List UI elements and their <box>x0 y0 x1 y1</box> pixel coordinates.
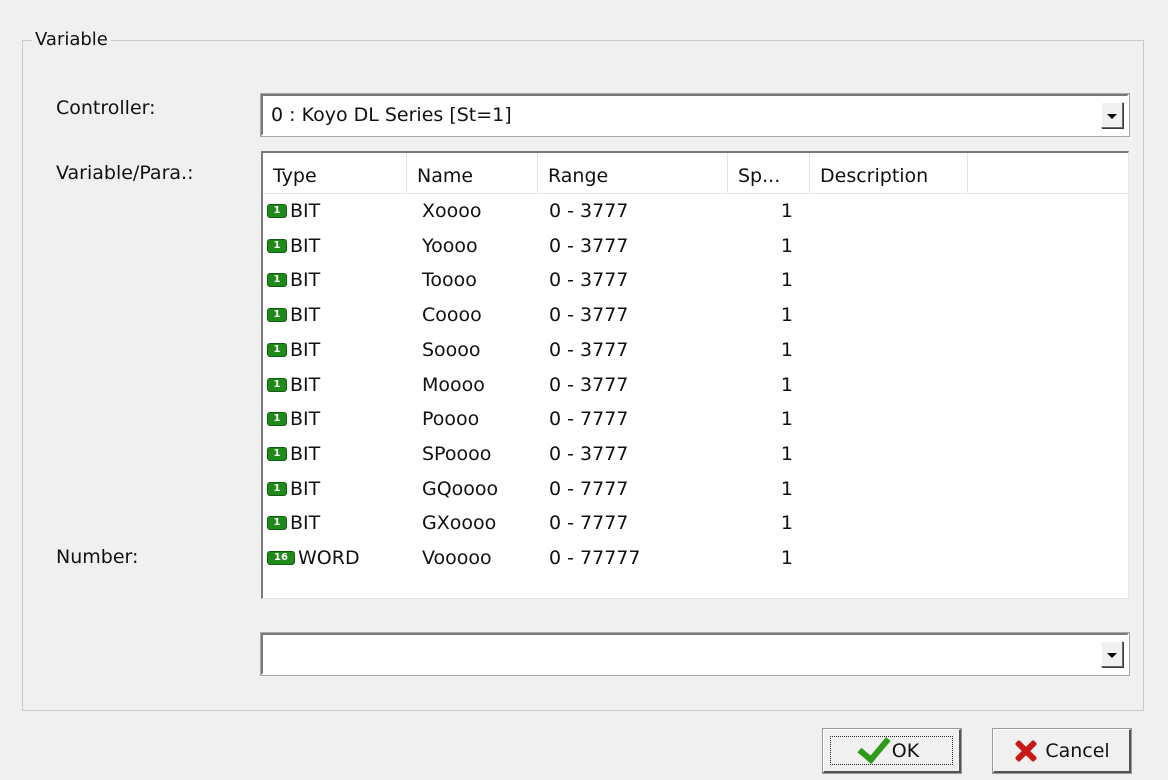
range-cell: 0 - 77777 <box>549 547 641 569</box>
bit-type-icon: 1 <box>267 308 287 323</box>
column-header-sp[interactable]: Sp... <box>728 153 810 193</box>
list-item[interactable]: 1 BIT Toooo 0 - 3777 1 <box>263 263 1128 297</box>
type-label: BIT <box>290 512 321 535</box>
type-label: BIT <box>290 338 321 361</box>
number-label: Number: <box>56 546 139 568</box>
range-cell: 0 - 3777 <box>549 234 629 257</box>
type-label: BIT <box>290 269 321 292</box>
controller-select-value: 0 : Koyo DL Series [St=1] <box>271 104 512 126</box>
range-cell: 0 - 7777 <box>549 477 629 500</box>
controller-select[interactable]: 0 : Koyo DL Series [St=1] <box>260 93 1130 137</box>
cancel-button[interactable]: Cancel <box>992 728 1132 774</box>
chevron-down-icon[interactable] <box>1101 102 1123 128</box>
sp-cell: 1 <box>780 512 793 535</box>
column-header-description[interactable]: Description <box>810 153 968 193</box>
range-cell: 0 - 3777 <box>549 200 629 222</box>
cancel-button-label: Cancel <box>1045 739 1110 762</box>
list-item[interactable]: 1 BIT GQoooo 0 - 7777 1 <box>263 472 1128 506</box>
type-label: BIT <box>290 304 321 327</box>
column-header-type[interactable]: Type <box>263 153 407 193</box>
name-cell: Poooo <box>422 408 480 431</box>
type-label: BIT <box>290 408 321 431</box>
controller-label: Controller: <box>56 97 156 119</box>
bit-type-icon: 1 <box>267 342 287 357</box>
type-cell: 1 BIT <box>267 229 320 263</box>
sp-cell: 1 <box>780 338 793 361</box>
type-cell: 1 BIT <box>267 506 320 540</box>
variable-list[interactable]: Type Name Range Sp... Description 1 BIT Xo… <box>261 151 1129 599</box>
type-cell: 1 BIT <box>267 298 320 332</box>
type-cell: 1 BIT <box>267 472 320 506</box>
variable-para-label: Variable/Para.: <box>56 162 194 184</box>
list-item[interactable]: 1 BIT Coooo 0 - 3777 1 <box>263 298 1128 332</box>
chevron-down-icon[interactable] <box>1101 641 1123 667</box>
name-cell: SPoooo <box>422 442 492 465</box>
bit-type-icon: 1 <box>267 204 287 218</box>
type-label: BIT <box>290 373 321 396</box>
name-cell: Coooo <box>422 304 482 327</box>
list-item[interactable]: 1 BIT GXoooo 0 - 7777 1 <box>263 506 1128 540</box>
sp-cell: 1 <box>780 269 793 292</box>
ok-button[interactable]: OK <box>822 728 962 774</box>
bit-type-icon: 1 <box>267 238 287 253</box>
type-cell: 1 BIT <box>267 402 320 436</box>
name-cell: GQoooo <box>422 477 499 500</box>
list-item[interactable]: 1 BIT Soooo 0 - 3777 1 <box>263 333 1128 367</box>
bit-type-icon: 1 <box>267 446 287 461</box>
sp-cell: 1 <box>780 442 793 465</box>
range-cell: 0 - 3777 <box>549 338 629 361</box>
type-cell: 1 BIT <box>267 333 320 367</box>
list-item[interactable]: 1 BIT Xoooo 0 - 3777 1 <box>263 194 1128 228</box>
type-label: BIT <box>290 442 321 465</box>
column-header-range[interactable]: Range <box>538 153 728 193</box>
list-item[interactable]: 1 BIT Yoooo 0 - 3777 1 <box>263 229 1128 263</box>
bit-type-icon: 1 <box>267 273 287 288</box>
list-item[interactable]: 1 BIT Moooo 0 - 3777 1 <box>263 368 1128 402</box>
range-cell: 0 - 3777 <box>549 304 629 327</box>
name-cell: Soooo <box>422 338 481 361</box>
type-cell: 1 BIT <box>267 368 320 402</box>
type-cell: 16 WORD <box>267 541 360 575</box>
name-cell: Moooo <box>422 373 485 396</box>
variable-group-title: Variable <box>32 29 111 51</box>
number-select[interactable] <box>260 632 1130 676</box>
range-cell: 0 - 3777 <box>549 269 629 292</box>
type-cell: 1 BIT <box>267 437 320 471</box>
list-item[interactable]: 16 WORD Vooooo 0 - 77777 1 <box>263 541 1128 575</box>
bit-type-icon: 1 <box>267 481 287 496</box>
sp-cell: 1 <box>780 547 793 569</box>
type-label: WORD <box>298 547 360 569</box>
bit-type-icon: 1 <box>267 412 287 427</box>
variable-list-header: Type Name Range Sp... Description <box>263 153 1128 194</box>
sp-cell: 1 <box>780 373 793 396</box>
sp-cell: 1 <box>780 234 793 257</box>
name-cell: Xoooo <box>422 200 482 222</box>
list-item[interactable]: 1 BIT SPoooo 0 - 3777 1 <box>263 437 1128 471</box>
range-cell: 0 - 3777 <box>549 442 629 465</box>
sp-cell: 1 <box>780 408 793 431</box>
column-header-name[interactable]: Name <box>407 153 538 193</box>
bit-type-icon: 1 <box>267 516 287 531</box>
sp-cell: 1 <box>780 477 793 500</box>
bit-type-icon: 1 <box>267 377 287 392</box>
name-cell: Toooo <box>422 269 477 292</box>
list-item[interactable]: 1 BIT Poooo 0 - 7777 1 <box>263 402 1128 436</box>
range-cell: 0 - 3777 <box>549 373 629 396</box>
type-label: BIT <box>290 200 321 222</box>
focus-rectangle <box>830 736 953 765</box>
type-label: BIT <box>290 477 321 500</box>
word-type-icon: 16 <box>267 551 295 565</box>
sp-cell: 1 <box>780 200 793 222</box>
name-cell: Yoooo <box>422 234 478 257</box>
type-cell: 1 BIT <box>267 263 320 297</box>
sp-cell: 1 <box>780 304 793 327</box>
close-icon <box>1013 739 1037 763</box>
type-cell: 1 BIT <box>267 194 320 228</box>
range-cell: 0 - 7777 <box>549 408 629 431</box>
type-label: BIT <box>290 234 321 257</box>
name-cell: Vooooo <box>422 547 492 569</box>
name-cell: GXoooo <box>422 512 497 535</box>
range-cell: 0 - 7777 <box>549 512 629 535</box>
